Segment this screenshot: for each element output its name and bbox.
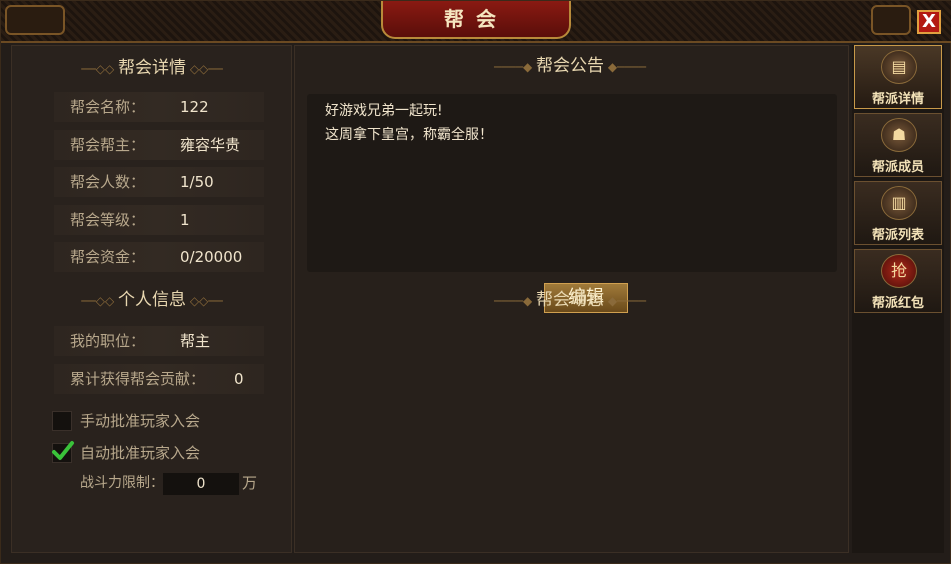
guild-members-label: 帮会人数： xyxy=(70,173,146,191)
guild-members-row: 帮会人数： 1/50 xyxy=(54,167,264,197)
guild-details-heading: ──◇◇ 帮会详情 ◇◇── xyxy=(42,52,262,84)
guild-level-row: 帮会等级： 1 xyxy=(54,205,264,235)
ornament-icon: ◆──── xyxy=(604,294,646,308)
checkmark-icon xyxy=(52,441,74,460)
announcement-heading-text: 帮会公告 xyxy=(536,56,604,76)
tab-label: 帮派红包 xyxy=(871,296,924,311)
guild-level-value: 1 xyxy=(180,211,190,229)
ornament-icon: ──◇◇ xyxy=(81,294,118,308)
contribution-value: 0 xyxy=(234,370,244,388)
ornament-icon: ◇◇── xyxy=(186,62,223,76)
activity-heading: ────◆ 帮会动态 ◆──── xyxy=(455,284,685,316)
left-panel: ──◇◇ 帮会详情 ◇◇── 帮会名称： 122 帮会帮主： 雍容华贵 帮会人数… xyxy=(11,45,292,553)
guild-details-heading-text: 帮会详情 xyxy=(118,58,186,78)
guild-funds-row: 帮会资金： 0/20000 xyxy=(54,242,264,272)
tab-guild-red-envelope[interactable]: 抢 帮派红包 xyxy=(854,249,942,313)
auto-approve-label: 自动批准玩家入会 xyxy=(80,444,201,462)
guild-funds-value: 0/20000 xyxy=(180,248,243,266)
activity-heading-text: 帮会动态 xyxy=(536,290,604,310)
close-button[interactable]: X xyxy=(917,10,941,34)
tab-label: 帮派成员 xyxy=(871,160,924,175)
announcement-line: 好游戏兄弟一起玩! xyxy=(325,103,443,119)
personal-info-heading: ──◇◇ 个人信息 ◇◇── xyxy=(42,284,262,316)
corner-ornament-left xyxy=(5,5,65,35)
power-limit-unit: 万 xyxy=(242,474,258,492)
ornament-icon: ────◆ xyxy=(494,60,536,74)
position-row: 我的职位： 帮主 xyxy=(54,326,264,356)
position-label: 我的职位： xyxy=(70,332,146,350)
guild-name-label: 帮会名称： xyxy=(70,98,146,116)
ornament-icon: ────◆ xyxy=(494,294,536,308)
guild-window: 帮会 X ──◇◇ 帮会详情 ◇◇── 帮会名称： 122 帮会帮主： 雍容华贵… xyxy=(0,0,951,564)
tab-guild-members[interactable]: ☗ 帮派成员 xyxy=(854,113,942,177)
guild-leader-row: 帮会帮主： 雍容华贵 xyxy=(54,130,264,160)
book-icon: ▤ xyxy=(881,50,917,84)
contribution-row: 累计获得帮会贡献： 0 xyxy=(54,364,264,394)
power-limit-input[interactable] xyxy=(163,473,239,495)
warrior-icon: ☗ xyxy=(881,118,917,152)
guild-name-value: 122 xyxy=(180,98,209,116)
tab-guild-list[interactable]: ▥ 帮派列表 xyxy=(854,181,942,245)
announcement-box: 好游戏兄弟一起玩! 这周拿下皇宫，称霸全服！ 编辑 xyxy=(307,94,837,313)
announcement-heading: ────◆ 帮会公告 ◆──── xyxy=(455,50,685,82)
corner-ornament-right xyxy=(871,5,911,35)
announcement-line: 这周拿下皇宫，称霸全服！ xyxy=(325,127,493,143)
title-plate: 帮会 xyxy=(381,1,571,39)
contribution-label: 累计获得帮会贡献： xyxy=(70,370,206,388)
red-envelope-icon: 抢 xyxy=(881,254,917,288)
power-limit-label: 战斗力限制： xyxy=(80,475,164,491)
title-bar: 帮会 X xyxy=(1,1,951,43)
guild-leader-label: 帮会帮主： xyxy=(70,136,146,154)
scroll-icon: ▥ xyxy=(881,186,917,220)
guild-members-value: 1/50 xyxy=(180,173,214,191)
right-panel: ────◆ 帮会公告 ◆──── 好游戏兄弟一起玩! 这周拿下皇宫，称霸全服！ … xyxy=(294,45,849,553)
personal-info-heading-text: 个人信息 xyxy=(118,290,186,310)
tab-guild-details[interactable]: ▤ 帮派详情 xyxy=(854,45,942,109)
manual-approve-label: 手动批准玩家入会 xyxy=(80,412,201,430)
guild-level-label: 帮会等级： xyxy=(70,211,146,229)
guild-leader-value: 雍容华贵 xyxy=(180,136,241,154)
guild-name-row: 帮会名称： 122 xyxy=(54,92,264,122)
ornament-icon: ◇◇── xyxy=(186,294,223,308)
window-title: 帮会 xyxy=(444,7,508,31)
manual-approve-checkbox[interactable] xyxy=(52,411,72,431)
auto-approve-checkbox[interactable] xyxy=(52,441,74,463)
side-tabs: ▤ 帮派详情 ☗ 帮派成员 ▥ 帮派列表 抢 帮派红包 xyxy=(852,45,944,553)
ornament-icon: ──◇◇ xyxy=(81,62,118,76)
ornament-icon: ◆──── xyxy=(604,60,646,74)
position-value: 帮主 xyxy=(180,332,211,350)
tab-label: 帮派详情 xyxy=(871,92,924,107)
guild-funds-label: 帮会资金： xyxy=(70,248,146,266)
tab-label: 帮派列表 xyxy=(871,228,924,243)
